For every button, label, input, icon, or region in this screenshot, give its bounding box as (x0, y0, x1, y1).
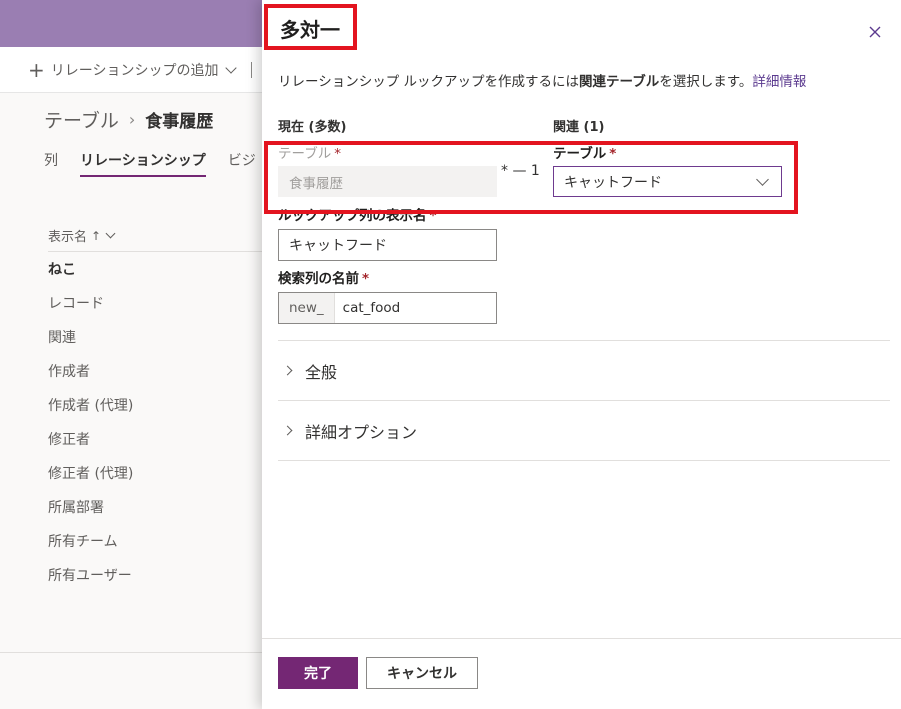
list-item[interactable]: 作成者 (48, 357, 133, 391)
list-item[interactable]: 関連 (48, 323, 133, 357)
close-icon (869, 26, 881, 38)
panel-footer: 完了 キャンセル (262, 638, 901, 709)
relationship-cardinality: * — 1 (501, 163, 540, 179)
chevron-down-icon (105, 228, 116, 238)
current-many-header: 現在 (多数) (278, 120, 347, 135)
lookup-display-name-input[interactable]: キャットフード (278, 229, 497, 261)
description-bold: 関連テーブル (579, 74, 660, 90)
list-item[interactable]: 修正者 (48, 425, 133, 459)
required-marker: * (609, 146, 617, 162)
table-tabs: 列 リレーションシップ ビジ (44, 150, 278, 177)
list-item[interactable]: 修正者 (代理) (48, 459, 133, 493)
lookup-display-name-label: ルックアップ列の表示名 * (278, 204, 437, 224)
learn-more-link[interactable]: 詳細情報 (752, 74, 806, 90)
add-relationship-button[interactable]: + リレーションシップの追加 (28, 60, 252, 80)
general-section-label: 全般 (305, 362, 338, 382)
breadcrumb-separator-icon: › (128, 110, 136, 129)
related-table-label-text: テーブル (553, 146, 607, 162)
lookup-column-name-field[interactable]: new_ cat_food (278, 292, 497, 324)
tab-relationships[interactable]: リレーションシップ (80, 150, 206, 177)
lookup-display-name-label-text: ルックアップ列の表示名 (278, 208, 427, 224)
list-item[interactable]: 所有チーム (48, 527, 133, 561)
plus-icon: + (28, 58, 45, 82)
list-item[interactable]: ねこ (48, 255, 133, 289)
description-text: リレーションシップ ルックアップを作成するには (278, 74, 580, 90)
command-bar-divider (250, 62, 252, 78)
lookup-column-name-label-text: 検索列の名前 (278, 271, 359, 287)
related-table-label: テーブル * (553, 142, 616, 162)
cancel-button[interactable]: キャンセル (366, 657, 478, 689)
panel-description: リレーションシップ ルックアップを作成するには関連テーブルを選択します。詳細情報 (278, 70, 806, 90)
current-table-field: 食事履歴 (278, 166, 497, 197)
relationship-list: ねこ レコード 関連 作成者 作成者 (代理) 修正者 修正者 (代理) 所属部… (48, 255, 133, 595)
description-suffix: を選択します。 (659, 74, 753, 90)
add-relationship-label: リレーションシップの追加 (50, 63, 219, 79)
breadcrumb-current: 食事履歴 (145, 112, 214, 132)
divider (278, 460, 890, 461)
divider (0, 652, 262, 653)
chevron-right-icon (282, 365, 293, 376)
chevron-right-icon (282, 425, 293, 436)
list-item[interactable]: レコード (48, 289, 133, 323)
many-to-one-panel: 多対一 リレーションシップ ルックアップを作成するには関連テーブルを選択します。… (262, 0, 901, 709)
command-bar: + リレーションシップの追加 (0, 47, 262, 93)
related-table-value: キャットフード (564, 174, 662, 191)
close-button[interactable] (865, 22, 885, 42)
required-marker: * (362, 271, 370, 287)
sort-ascending-icon: ↑ (91, 228, 102, 243)
list-item[interactable]: 所有ユーザー (48, 561, 133, 595)
current-table-label-text: テーブル (278, 146, 332, 162)
lookup-column-name-label: 検索列の名前 * (278, 267, 369, 287)
required-marker: * (429, 208, 437, 224)
list-item[interactable]: 作成者 (代理) (48, 391, 133, 425)
chevron-down-icon (756, 172, 769, 186)
list-item[interactable]: 所属部署 (48, 493, 133, 527)
lookup-column-name-input[interactable]: cat_food (335, 293, 496, 323)
panel-title: 多対一 (280, 18, 340, 42)
advanced-options-section-toggle[interactable]: 詳細オプション (278, 400, 890, 460)
display-name-column-header[interactable]: 表示名 ↑ (48, 220, 262, 252)
current-table-label: テーブル * (278, 142, 341, 162)
chevron-down-icon (224, 62, 237, 74)
done-button[interactable]: 完了 (278, 657, 358, 689)
tab-columns[interactable]: 列 (44, 150, 58, 177)
required-marker: * (334, 146, 341, 162)
breadcrumb-tables-link[interactable]: テーブル (44, 106, 119, 133)
publisher-prefix: new_ (279, 293, 335, 323)
related-one-header: 関連 (1) (553, 120, 605, 135)
related-table-dropdown[interactable]: キャットフード (553, 166, 782, 197)
column-header-label: 表示名 (48, 230, 88, 245)
tab-business-rules[interactable]: ビジ (228, 150, 256, 177)
general-section-toggle[interactable]: 全般 (278, 340, 890, 400)
breadcrumb: テーブル › 食事履歴 (44, 106, 213, 133)
advanced-options-section-label: 詳細オプション (305, 422, 418, 442)
